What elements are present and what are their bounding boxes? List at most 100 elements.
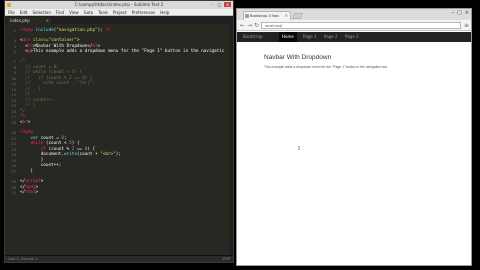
- nav-item-page-3[interactable]: Page 3: [342, 32, 362, 42]
- code-line: }: [20, 168, 33, 174]
- line-number: 11: [11, 81, 16, 86]
- line-number: 27: [11, 168, 16, 174]
- line-number: 30: [11, 184, 16, 190]
- menu-tools[interactable]: Tools: [98, 9, 108, 15]
- back-arrow-icon[interactable]: ←: [240, 21, 245, 30]
- browser-tab-title: Bootstrap 3 Nav: [250, 14, 280, 18]
- browser-window: Bootstrap 3 Nav × – □ × ← → ↻ localhost/…: [236, 8, 472, 266]
- code-line: }: [20, 157, 44, 163]
- new-tab-button[interactable]: [291, 13, 304, 19]
- line-number: 8: [13, 64, 16, 70]
- line-number: 25: [11, 157, 16, 163]
- line-number: 12: [11, 86, 16, 92]
- line-number: 10: [11, 75, 16, 81]
- forward-arrow-icon[interactable]: →: [247, 21, 252, 30]
- code-line: <h3>Navbar With Dropdown</h3>: [20, 43, 101, 49]
- browser-tabstrip: Bootstrap 3 Nav × – □ ×: [237, 9, 471, 20]
- line-number: 5: [13, 49, 16, 54]
- code-line: // }: [20, 103, 36, 108]
- code-line: /*: [20, 59, 26, 64]
- nav-item-home[interactable]: Home: [279, 32, 297, 42]
- favicon-icon: [245, 14, 249, 18]
- menu-preferences[interactable]: Preferences: [132, 9, 156, 15]
- code-line: <?php include("navigation.php"); ?>: [20, 28, 111, 33]
- menu-find[interactable]: Find: [56, 9, 64, 15]
- tab-close-icon[interactable]: ×: [285, 12, 288, 20]
- status-syntax[interactable]: PHP: [223, 256, 230, 262]
- code-line: while (count < 5) {: [30, 141, 80, 146]
- code-line: var count = 0;: [30, 135, 67, 141]
- editor-menubar: File Edit Selection Find View Goto Tools…: [5, 9, 233, 16]
- line-number: 4: [13, 43, 16, 49]
- reload-icon[interactable]: ↻: [254, 21, 259, 30]
- navbar-brand[interactable]: Bootstrap: [243, 32, 263, 42]
- minimize-icon[interactable]: –: [452, 10, 455, 16]
- maximize-icon[interactable]: □: [457, 10, 462, 16]
- nav-item-page-2[interactable]: Page 2: [321, 32, 341, 42]
- line-number: 3: [13, 38, 16, 43]
- address-bar[interactable]: localhost/: [261, 22, 461, 29]
- code-line: // echo count . "(br)";: [20, 81, 96, 86]
- menu-project[interactable]: Project: [113, 9, 127, 15]
- code-area[interactable]: 1 <?php include("navigation.php"); ?> 3 …: [5, 24, 233, 255]
- line-number: 31: [11, 190, 16, 195]
- line-number: 7: [13, 59, 16, 64]
- code-line: // if (count % 2 == 0) {: [20, 75, 93, 81]
- text-cursor-icon: [298, 146, 300, 150]
- editor-file-tab[interactable]: index.php ×: [7, 17, 51, 24]
- editor-scrollbar[interactable]: [230, 24, 233, 255]
- maximize-icon[interactable]: □: [217, 2, 222, 7]
- line-number: 18: [11, 119, 16, 125]
- code-line: count++;: [20, 163, 62, 168]
- menu-goto[interactable]: Goto: [84, 9, 94, 15]
- page-title: Navbar With Dropdown: [264, 54, 332, 61]
- code-line: // count++;: [20, 97, 54, 103]
- line-number: 13: [11, 92, 16, 97]
- menu-selection[interactable]: Selection: [32, 9, 50, 15]
- site-navbar: Bootstrap Home Page 1 Page 2 Page 3: [237, 32, 471, 42]
- menu-file[interactable]: File: [8, 9, 15, 15]
- code-line: </script>: [20, 179, 44, 184]
- line-number: 22: [11, 141, 16, 146]
- browser-tab[interactable]: Bootstrap 3 Nav ×: [243, 11, 291, 20]
- editor-statusbar: Line 1, Column 1 PHP: [5, 255, 233, 262]
- code-line: </html>: [20, 190, 39, 195]
- code-line: // count = 0;: [20, 64, 59, 70]
- code-line: <p>This example adds a dropdown menu for…: [20, 49, 225, 54]
- code-line: //: [20, 92, 31, 97]
- line-number: 17: [11, 114, 16, 119]
- menu-view[interactable]: View: [69, 9, 79, 15]
- code-line: <?php: [20, 130, 33, 135]
- editor-tab-label: index.php: [10, 18, 30, 23]
- menu-icon[interactable]: ≡: [464, 21, 469, 30]
- close-icon[interactable]: ×: [465, 10, 469, 16]
- code-line: document.write(count + "<br>");: [20, 152, 121, 157]
- editor-title: C:\xampp\htdocs\index.php - Sublime Text…: [74, 2, 164, 7]
- line-number: 26: [11, 163, 16, 168]
- browser-toolbar: ← → ↻ localhost/ ≡: [237, 20, 471, 31]
- code-line: <div class="container">: [20, 38, 80, 43]
- line-number: 20: [11, 130, 16, 135]
- menu-help[interactable]: Help: [160, 9, 169, 15]
- close-icon[interactable]: ×: [224, 2, 231, 7]
- page-description: This example adds a dropdown menu for th…: [264, 65, 388, 69]
- line-number: 21: [11, 135, 16, 141]
- editor-titlebar: C:\xampp\htdocs\index.php - Sublime Text…: [5, 1, 233, 9]
- status-position: Line 1, Column 1: [8, 257, 38, 261]
- line-number: 9: [13, 70, 16, 75]
- line-number: 24: [11, 152, 16, 157]
- line-number: 15: [11, 103, 16, 108]
- nav-item-page-1[interactable]: Page 1: [300, 32, 320, 42]
- code-line: </body>: [20, 184, 39, 190]
- line-number: 23: [11, 146, 16, 152]
- line-number: 29: [11, 179, 16, 184]
- line-number: 14: [11, 97, 16, 103]
- page-content: Navbar With Dropdown This example adds a…: [264, 54, 461, 69]
- editor-window: C:\xampp\htdocs\index.php - Sublime Text…: [4, 0, 234, 263]
- line-number: 1: [13, 28, 16, 33]
- minimize-icon[interactable]: –: [210, 2, 215, 7]
- tab-close-icon[interactable]: ×: [46, 17, 49, 24]
- menu-edit[interactable]: Edit: [20, 9, 28, 15]
- code-line: <br>: [20, 119, 31, 125]
- line-number: 16: [11, 108, 16, 114]
